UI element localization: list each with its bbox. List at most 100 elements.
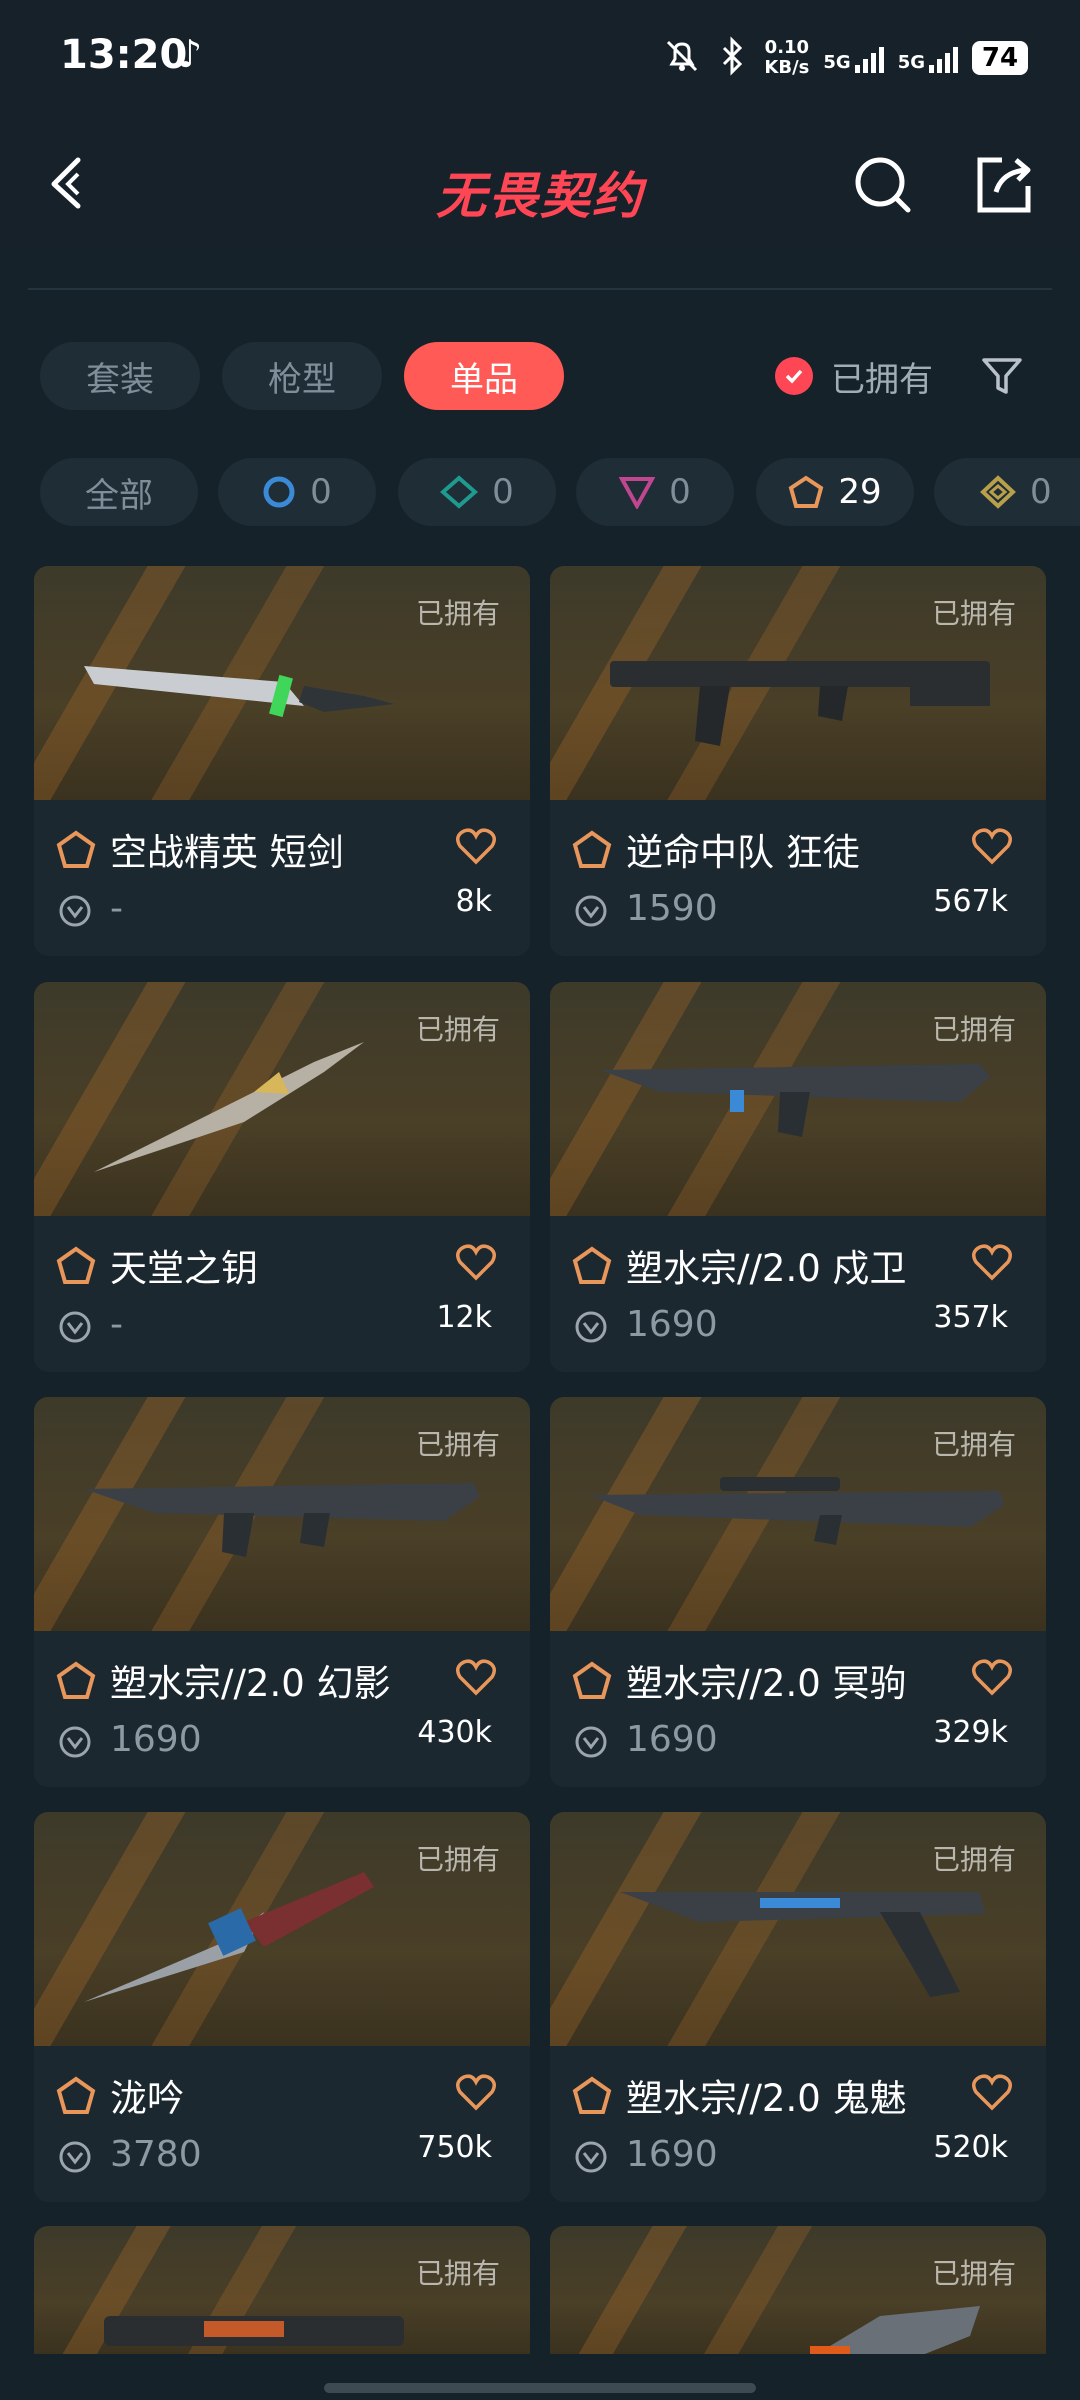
search-button[interactable]	[852, 152, 916, 216]
exclusive-tier-icon	[572, 2076, 612, 2114]
item-card[interactable]: 已拥有 逆命中队 狂徒 1590 567k	[550, 566, 1046, 956]
heart-icon[interactable]	[454, 2072, 498, 2112]
header-divider	[28, 288, 1052, 290]
chip-select-tier[interactable]: 0	[218, 458, 376, 526]
item-name: 逆命中队 狂徒	[626, 831, 860, 874]
chip-premium-tier[interactable]: 0	[576, 458, 734, 526]
owned-label: 已拥有	[931, 1428, 1016, 1461]
sim2-label: 5G	[897, 52, 925, 73]
item-likes: 12k	[436, 1300, 492, 1335]
owned-label: 已拥有	[931, 2257, 1016, 2290]
chip-count: 0	[1030, 472, 1052, 512]
item-price: 1590	[626, 888, 718, 929]
item-price: 3780	[110, 2134, 202, 2175]
item-card[interactable]: 已拥有 塑水宗//2.0 鬼魅 1690 520k	[550, 1812, 1046, 2202]
exclusive-tier-icon	[572, 1661, 612, 1699]
tab-single-item[interactable]: 单品	[404, 342, 564, 410]
vp-currency-icon	[575, 1726, 607, 1758]
share-icon	[977, 157, 1031, 213]
heart-icon[interactable]	[454, 1242, 498, 1282]
battery-icon: 74	[972, 41, 1028, 75]
item-price: 1690	[626, 1719, 718, 1760]
owned-filter-label: 已拥有	[831, 359, 933, 400]
item-card[interactable]: 已拥有	[34, 2226, 530, 2354]
chip-ultra-tier[interactable]: 0	[934, 458, 1080, 526]
owned-label: 已拥有	[931, 1013, 1016, 1046]
vp-currency-icon	[59, 1311, 91, 1343]
item-price: 1690	[626, 2134, 718, 2175]
tab-weapon-type[interactable]: 枪型	[222, 342, 382, 410]
item-card[interactable]: 已拥有 塑水宗//2.0 戍卫 1690 357k	[550, 982, 1046, 1372]
owned-label: 已拥有	[415, 1013, 500, 1046]
item-price: 1690	[110, 1719, 202, 1760]
item-likes: 750k	[417, 2130, 492, 2165]
share-button[interactable]	[972, 152, 1036, 216]
heart-icon[interactable]	[970, 1657, 1014, 1697]
signal-sim2: 5G	[898, 43, 958, 73]
chip-count: 0	[310, 472, 332, 512]
vp-currency-icon	[59, 2141, 91, 2173]
status-bar: 13:20 ♪ 0.10 KB/s 5G 5G 74	[0, 0, 1080, 118]
heart-icon[interactable]	[970, 826, 1014, 866]
item-name: 空战精英 短剑	[110, 831, 344, 874]
item-card[interactable]: 已拥有 天堂之钥 - 12k	[34, 982, 530, 1372]
vp-currency-icon	[59, 1726, 91, 1758]
signal-bars-icon	[929, 43, 958, 73]
heart-icon[interactable]	[970, 2072, 1014, 2112]
bluetooth-icon	[716, 36, 750, 80]
chip-count: 29	[838, 472, 882, 512]
heart-icon[interactable]	[970, 1242, 1014, 1282]
tiktok-icon: ♪	[178, 32, 203, 76]
chip-count: 0	[492, 472, 514, 512]
exclusive-tier-icon	[56, 830, 96, 868]
item-name: 塑水宗//2.0 鬼魅	[626, 2077, 907, 2120]
select-tier-icon	[263, 476, 295, 508]
exclusive-tier-icon	[56, 2076, 96, 2114]
checkbox-checked-icon	[775, 357, 813, 395]
item-card[interactable]: 已拥有 空战精英 短剑 - 8k	[34, 566, 530, 956]
heart-icon[interactable]	[454, 826, 498, 866]
owned-label: 已拥有	[931, 597, 1016, 630]
tab-bundle[interactable]: 套装	[40, 342, 200, 410]
network-speed-unit: KB/s	[764, 57, 810, 78]
item-likes: 357k	[933, 1300, 1008, 1335]
owned-label: 已拥有	[415, 1843, 500, 1876]
signal-sim1: 5G	[823, 43, 884, 73]
chip-all-label: 全部	[85, 475, 153, 516]
owned-label: 已拥有	[415, 2257, 500, 2290]
battery-level: 74	[981, 43, 1019, 73]
item-card[interactable]: 已拥有 塑水宗//2.0 幻影 1690 430k	[34, 1397, 530, 1787]
chip-all[interactable]: 全部	[40, 458, 198, 526]
vp-currency-icon	[575, 2141, 607, 2173]
heart-icon[interactable]	[454, 1657, 498, 1697]
item-likes: 8k	[455, 884, 492, 919]
item-card[interactable]: 已拥有	[550, 2226, 1046, 2354]
status-icons: 0.10 KB/s 5G 5G 74	[662, 34, 1028, 82]
vp-currency-icon	[575, 895, 607, 927]
exclusive-tier-icon	[56, 1246, 96, 1284]
owned-label: 已拥有	[415, 597, 500, 630]
item-likes: 430k	[417, 1715, 492, 1750]
vp-currency-icon	[575, 1311, 607, 1343]
item-name: 泷吟	[110, 2077, 184, 2120]
item-likes: 567k	[933, 884, 1008, 919]
item-price: -	[110, 888, 123, 929]
home-indicator[interactable]	[324, 2383, 756, 2393]
owned-filter-toggle[interactable]: 已拥有	[775, 352, 933, 400]
filter-button[interactable]	[978, 352, 1026, 400]
item-card[interactable]: 已拥有 塑水宗//2.0 冥驹 1690 329k	[550, 1397, 1046, 1787]
chip-count: 0	[669, 472, 691, 512]
premium-tier-icon	[619, 477, 656, 509]
item-card[interactable]: 已拥有 泷吟 3780 750k	[34, 1812, 530, 2202]
item-name: 塑水宗//2.0 幻影	[110, 1662, 391, 1705]
chip-exclusive-tier[interactable]: 29	[756, 458, 914, 526]
item-likes: 329k	[933, 1715, 1008, 1750]
deluxe-tier-icon	[440, 475, 479, 509]
item-name: 塑水宗//2.0 戍卫	[626, 1247, 907, 1290]
mute-bell-icon	[662, 36, 702, 80]
item-name: 塑水宗//2.0 冥驹	[626, 1662, 907, 1705]
status-time: 13:20	[60, 32, 188, 78]
chip-deluxe-tier[interactable]: 0	[398, 458, 556, 526]
signal-bars-icon	[854, 43, 884, 73]
page-title: 无畏契约	[436, 167, 644, 225]
